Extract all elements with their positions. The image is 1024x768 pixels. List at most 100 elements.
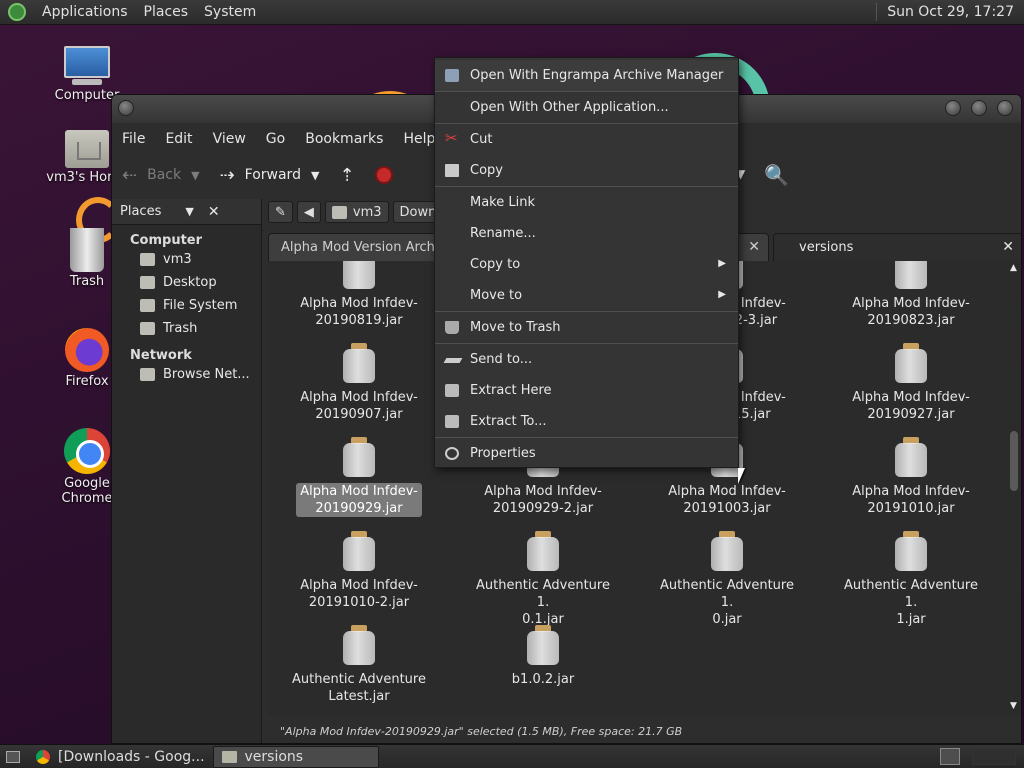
workspace-switcher-1[interactable] [940,748,960,765]
submenu-arrow-icon: ▶ [718,258,726,269]
jar-file-icon [711,531,743,571]
sidebar-title[interactable]: Places [120,204,161,219]
home-folder-icon [331,205,347,219]
menu-go[interactable]: Go [256,131,295,147]
context-menu-item[interactable]: Properties [435,438,738,469]
back-button[interactable]: ⇠ Back ▼ [112,165,210,186]
up-button[interactable]: ⇡ [329,165,364,186]
scroll-thumb[interactable] [1010,431,1018,491]
context-menu-item[interactable]: Move to ▶ [435,280,738,311]
tab-close-icon[interactable]: ✕ [1002,239,1014,255]
search-icon[interactable]: 🔍 [764,163,789,187]
taskbar-item-versions[interactable]: versions [212,745,379,768]
top-panel: Applications Places System Sun Oct 29, 1… [0,0,1024,25]
sidebar-item-trash[interactable]: Trash [112,317,261,340]
workspace-switcher-2[interactable] [972,748,1016,765]
file-item[interactable]: Authentic Adventure 1. 0.jar [652,531,802,628]
context-menu-item[interactable]: Copy to ▶ [435,249,738,280]
context-menu-item[interactable]: ✂ Cut [435,124,738,155]
file-name: Alpha Mod Infdev- 20190929-2.jar [484,484,602,516]
file-item[interactable]: Alpha Mod Infdev- 20190907.jar [284,343,434,423]
places-menu[interactable]: Places [136,0,197,25]
maximize-button[interactable] [971,100,987,116]
jar-file-icon [895,437,927,477]
close-button[interactable] [997,100,1013,116]
sidebar-close-icon[interactable]: ✕ [208,204,220,220]
context-menu-label: Copy to [470,257,521,272]
vertical-scrollbar[interactable]: ▲ ▼ [1007,261,1021,717]
system-menu[interactable]: System [196,0,264,25]
context-menu-label: Copy [470,163,503,178]
sidebar-item-vm3[interactable]: vm3 [112,248,261,271]
context-menu-item[interactable]: Move to Trash [435,312,738,343]
applications-menu[interactable]: Applications [34,0,136,25]
jar-file-icon [343,437,375,477]
file-item[interactable]: Alpha Mod Infdev- 20191010.jar [836,437,986,517]
context-menu-item[interactable]: Make Link [435,187,738,218]
extract-icon [445,415,459,428]
scroll-down-arrow-icon[interactable]: ▼ [1010,701,1017,711]
file-item[interactable]: Alpha Mod Infdev- 20190819.jar [284,261,434,329]
submenu-arrow-icon: ▶ [718,289,726,300]
file-item[interactable]: Authentic Adventure 1. 0.1.jar [468,531,618,628]
clock[interactable]: Sun Oct 29, 17:27 [876,3,1024,21]
scroll-up-arrow-icon[interactable]: ▲ [1010,263,1017,273]
file-item[interactable]: Authentic Adventure Latest.jar [284,625,434,705]
context-menu-item[interactable]: Rename... [435,218,738,249]
back-history-caret-icon[interactable]: ▼ [191,169,199,182]
mate-logo-icon[interactable] [8,3,26,21]
context-menu-item[interactable]: Open With Engrampa Archive Manager [435,60,738,91]
jar-file-icon [895,261,927,289]
window-menu-button[interactable] [118,100,134,116]
context-menu-label: Extract Here [470,383,552,398]
tab-versions[interactable]: versions ✕ [773,233,1021,261]
context-menu-label: Extract To... [470,414,547,429]
jar-file-icon [343,261,375,289]
sidebar-item-desktop[interactable]: Desktop [112,271,261,294]
stop-button[interactable] [365,166,403,184]
file-item[interactable]: Alpha Mod Infdev- 20190823.jar [836,261,986,329]
menu-bookmarks[interactable]: Bookmarks [295,131,393,147]
minimize-button[interactable] [945,100,961,116]
firefox-icon [65,328,109,372]
context-menu-label: Properties [470,446,536,461]
file-name: Alpha Mod Infdev- 20191010.jar [852,484,970,516]
file-item[interactable]: Alpha Mod Infdev- 20190927.jar [836,343,986,423]
tab-label: Alpha Mod Version Arch [281,240,435,255]
context-menu-item[interactable]: Extract Here [435,375,738,406]
file-name: Alpha Mod Infdev- 20190823.jar [852,296,970,328]
file-name: Alpha Mod Infdev- 20191010-2.jar [300,578,418,610]
file-name: Authentic Adventure 1. 1.jar [844,578,978,627]
sidebar-item-browse-network[interactable]: Browse Net... [112,363,261,386]
file-item[interactable]: b1.0.2.jar [468,625,618,688]
toggle-location-entry-button[interactable]: ✎ [268,201,293,223]
show-desktop-icon[interactable] [6,750,20,763]
desktop-folder-icon [140,276,155,289]
file-item[interactable]: Authentic Adventure 1. 1.jar [836,531,986,628]
context-menu-item[interactable]: Extract To... [435,406,738,437]
taskbar-item-downloads-chrome[interactable]: [Downloads - Goog... [28,746,213,768]
file-item[interactable]: Alpha Mod Infdev- 20190929.jar [284,437,434,517]
tab-close-icon[interactable]: ✕ [748,239,760,255]
properties-icon [445,447,459,460]
menu-view[interactable]: View [203,131,256,147]
forward-history-caret-icon[interactable]: ▼ [311,169,319,182]
context-menu-item[interactable]: Copy [435,155,738,186]
breadcrumb-label: Down [399,204,437,220]
sidebar-item-label: vm3 [163,252,192,267]
file-item[interactable]: Alpha Mod Infdev- 20191010-2.jar [284,531,434,611]
sidebar-item-file-system[interactable]: File System [112,294,261,317]
up-arrow-icon: ⇡ [339,164,355,186]
context-menu-item[interactable]: Send to... [435,344,738,375]
sidebar-dropdown-caret-icon[interactable]: ▼ [185,205,193,218]
breadcrumb-vm3[interactable]: vm3 [324,201,389,223]
breadcrumb-left-button[interactable]: ◀ [296,201,321,223]
back-label: Back [147,167,182,183]
breadcrumb-label: vm3 [352,204,382,220]
context-menu-item[interactable]: Open With Other Application... [435,92,738,123]
forward-button[interactable]: ⇢ Forward ▼ [210,165,330,186]
jar-file-icon [343,531,375,571]
menu-edit[interactable]: Edit [155,131,202,147]
menu-file[interactable]: File [112,131,155,147]
file-name: Alpha Mod Infdev- 20190927.jar [852,390,970,422]
